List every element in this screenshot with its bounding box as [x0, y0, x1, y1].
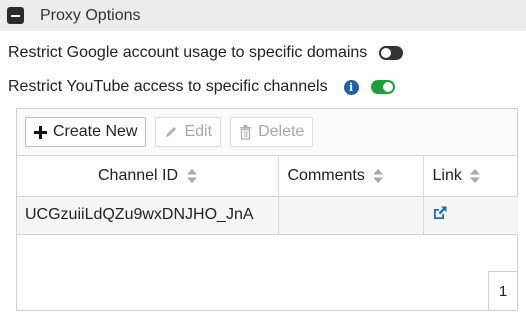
- sort-icon: [470, 168, 481, 183]
- option-youtube-channels: Restrict YouTube access to specific chan…: [8, 75, 395, 99]
- delete-label: Delete: [258, 123, 305, 140]
- sort-icon: [373, 168, 384, 183]
- option-label: Restrict Google account usage to specifi…: [8, 44, 368, 61]
- edit-label: Edit: [184, 123, 213, 140]
- plus-icon: [34, 125, 47, 139]
- pagination-page[interactable]: 1: [488, 271, 518, 311]
- google-domains-toggle[interactable]: [379, 46, 404, 60]
- trash-icon: [240, 124, 252, 140]
- table-row[interactable]: UCGzuiiLdQZu9wxDNJHO_JnA: [17, 196, 518, 235]
- edit-button[interactable]: Edit: [155, 117, 222, 147]
- column-header-comments[interactable]: Comments: [278, 156, 424, 197]
- external-link-icon[interactable]: [432, 205, 448, 221]
- option-google-domains: Restrict Google account usage to specifi…: [8, 41, 404, 65]
- option-label: Restrict YouTube access to specific chan…: [8, 78, 328, 95]
- sort-icon: [186, 168, 197, 183]
- youtube-channels-toggle[interactable]: [370, 80, 395, 94]
- comments-cell: [278, 196, 424, 235]
- channels-table: Channel ID Comments Link UCGzuiiLdQZu9wx…: [17, 156, 518, 235]
- channels-panel: Create New Edit Delete Channel ID Commen…: [16, 108, 518, 311]
- info-icon[interactable]: i: [343, 79, 359, 95]
- section-title: Proxy Options: [40, 6, 141, 24]
- delete-button[interactable]: Delete: [230, 117, 314, 147]
- link-cell: [423, 196, 518, 235]
- column-header-link[interactable]: Link: [423, 156, 518, 197]
- create-new-label: Create New: [53, 123, 138, 140]
- collapse-icon[interactable]: [7, 7, 24, 24]
- section-header: Proxy Options: [0, 0, 526, 31]
- column-header-channel-id[interactable]: Channel ID: [17, 156, 279, 197]
- pencil-icon: [166, 127, 177, 137]
- channel-id-cell: UCGzuiiLdQZu9wxDNJHO_JnA: [17, 196, 279, 235]
- create-new-button[interactable]: Create New: [25, 117, 147, 147]
- toolbar: Create New Edit Delete: [17, 109, 517, 156]
